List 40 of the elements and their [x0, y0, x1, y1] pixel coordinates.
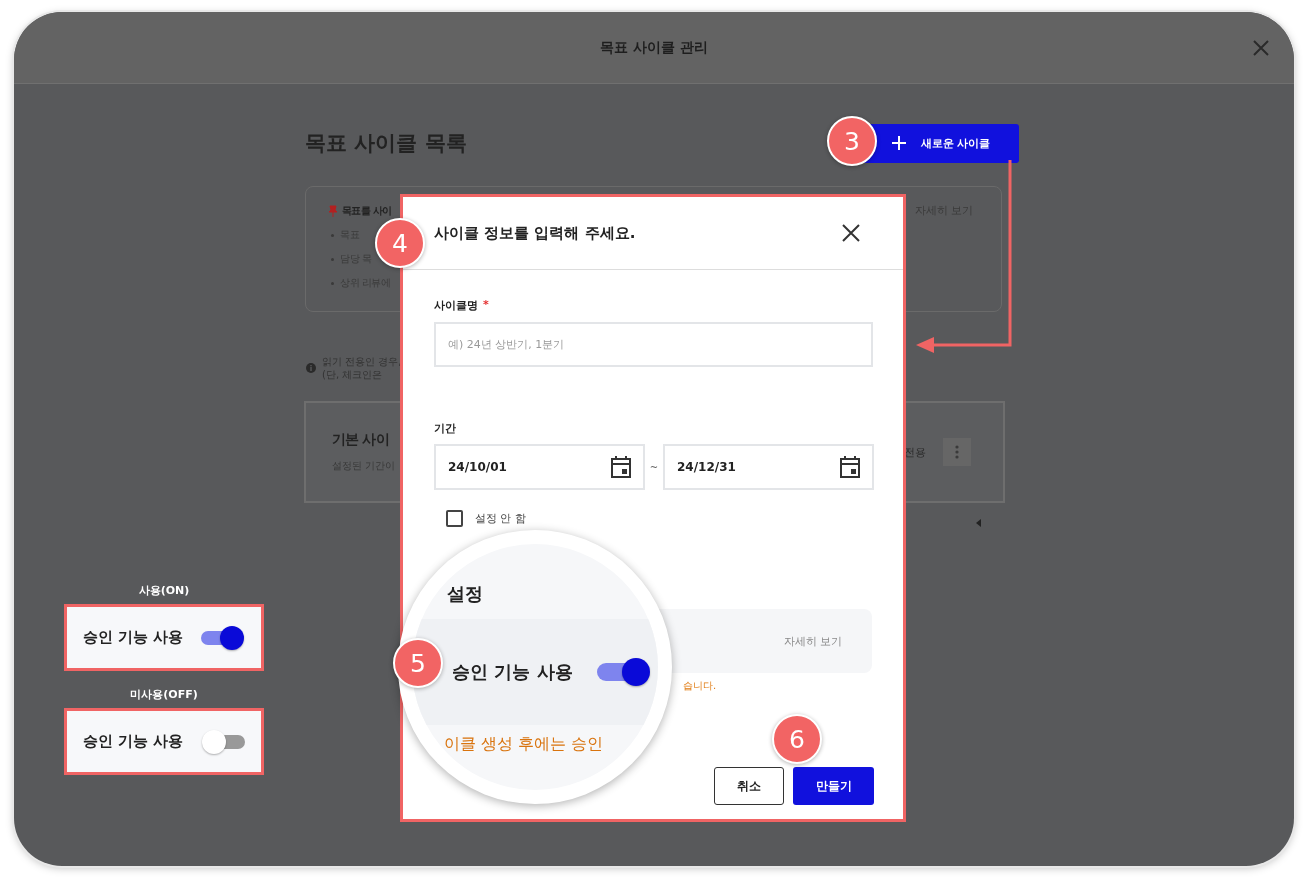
close-icon[interactable] [842, 224, 860, 242]
range-separator: ~ [648, 461, 660, 473]
details-link[interactable]: 자세히 보기 [783, 633, 842, 649]
cancel-button[interactable]: 취소 [714, 767, 784, 805]
toggle-label: 승인 기능 사용 [82, 732, 184, 751]
info-title: 목표를 사이 [342, 203, 392, 218]
calendar-icon [840, 456, 860, 478]
checkbox[interactable] [446, 510, 463, 527]
toggle-switch[interactable] [596, 657, 651, 687]
warning-text: 습니다. [683, 679, 718, 693]
required-mark: * [483, 298, 489, 313]
calendar-icon [611, 456, 631, 478]
info-icon [306, 363, 316, 373]
pin-icon [328, 204, 338, 217]
warning-text: 이클 생성 후에는 승인 [444, 734, 605, 755]
toggle-switch[interactable] [201, 728, 246, 755]
kebab-icon [955, 445, 959, 459]
plus-icon [890, 135, 907, 151]
section-heading: 설정 [447, 582, 484, 606]
dialog-title: 사이클 정보를 입력해 주세요. [434, 223, 636, 243]
example-caption: 사용(ON) [138, 583, 190, 598]
step-badge: 3 [827, 116, 877, 166]
bullet-icon [331, 281, 334, 285]
step-badge: 4 [375, 218, 425, 268]
create-button[interactable]: 만들기 [793, 767, 874, 805]
bullet-icon [331, 233, 334, 237]
example-caption: 미사용(OFF) [130, 687, 198, 702]
start-date-field[interactable]: 24/10/01 [434, 444, 645, 490]
field-label: 기간 [434, 421, 456, 436]
bullet-icon [331, 257, 334, 261]
cycle-title: 기본 사이 [332, 431, 389, 449]
window-title: 목표 사이클 관리 [600, 38, 708, 57]
toggle-switch[interactable] [201, 624, 246, 651]
page-heading: 목표 사이클 목록 [305, 130, 467, 157]
end-date-field[interactable]: 24/12/31 [663, 444, 874, 490]
toggle-label: 승인 기능 사용 [452, 660, 573, 684]
field-label: 사이클명 [434, 298, 478, 313]
toggle-label: 승인 기능 사용 [82, 628, 184, 647]
checkbox-label: 설정 안 함 [475, 511, 526, 526]
cycle-name-field[interactable]: 예) 24년 상반기, 1분기 [434, 322, 873, 367]
